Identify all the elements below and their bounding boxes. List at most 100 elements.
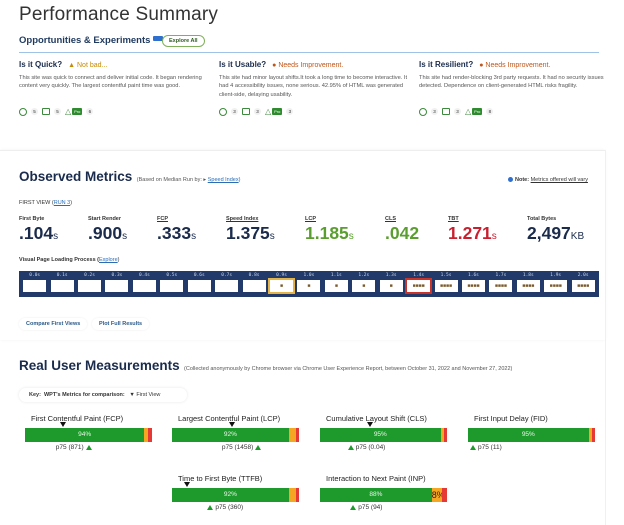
flask-pro-icon[interactable]: △ Pro bbox=[65, 107, 83, 116]
frame-thumbnail[interactable] bbox=[105, 280, 129, 292]
metric-label[interactable]: TBT bbox=[448, 216, 497, 222]
frame-time: 1.0s bbox=[303, 273, 315, 278]
compare-first-views-button[interactable]: Compare First Views bbox=[19, 318, 88, 330]
filmstrip-frame[interactable]: 1.9s ■■■■ bbox=[542, 272, 569, 296]
frame-thumbnail[interactable]: ■ bbox=[379, 280, 403, 292]
filmstrip-frame[interactable]: 1.3s ■ bbox=[377, 272, 404, 296]
filmstrip-frame[interactable]: 1.4s ■■■■ bbox=[405, 272, 433, 296]
poor-segment bbox=[592, 428, 595, 442]
clock-icon[interactable] bbox=[419, 107, 427, 116]
p75-marker-icon bbox=[207, 504, 214, 510]
metric-value: .900s bbox=[88, 223, 128, 243]
calendar-icon[interactable] bbox=[242, 108, 250, 115]
note-link[interactable]: Metrics offered will vary bbox=[531, 177, 588, 183]
count: 5 bbox=[54, 108, 61, 115]
clock-icon[interactable] bbox=[219, 107, 227, 116]
clock-icon[interactable] bbox=[19, 107, 27, 116]
count: 6 bbox=[86, 108, 94, 115]
frame-thumbnail[interactable]: ■■■■ bbox=[544, 280, 568, 292]
frame-thumbnail[interactable]: ■■■■ bbox=[405, 278, 433, 294]
page-title: Performance Summary bbox=[19, 4, 219, 25]
distribution-bar: 88% 8% bbox=[320, 488, 447, 502]
frame-thumbnail[interactable] bbox=[50, 280, 74, 292]
filmstrip-frame[interactable]: 0.2s bbox=[76, 272, 103, 296]
filmstrip-frame[interactable]: 0.1s bbox=[48, 272, 75, 296]
distribution-bar: 92% bbox=[172, 482, 299, 502]
first-view-marker bbox=[228, 422, 235, 427]
count: 3 bbox=[454, 108, 461, 115]
filmstrip-frame[interactable]: 0.7s bbox=[213, 272, 240, 296]
filmstrip-frame[interactable]: 1.6s ■■■■ bbox=[460, 272, 487, 296]
first-view-marker bbox=[60, 422, 67, 427]
filmstrip-frame[interactable]: 1.0s ■ bbox=[295, 272, 322, 296]
filmstrip-frame[interactable]: 0.5s bbox=[158, 272, 185, 296]
frame-thumbnail[interactable]: ■ bbox=[324, 280, 348, 292]
frame-thumbnail[interactable] bbox=[215, 280, 239, 292]
metric-label[interactable]: CLS bbox=[385, 216, 419, 222]
frame-time: 1.4s bbox=[413, 273, 425, 278]
metric-label[interactable]: FCP bbox=[157, 216, 196, 222]
p75-value: p75 (871) bbox=[25, 444, 152, 451]
filmstrip[interactable]: 0.0s 0.1s 0.2s 0.3s 0.4s 0.5s 0.6s 0.7s 0.8s 0.9s… bbox=[19, 271, 599, 297]
needs-improvement-segment bbox=[288, 428, 297, 442]
section-title: Real User Measurements bbox=[19, 358, 180, 373]
speed-index-link[interactable]: Speed Index bbox=[208, 177, 239, 183]
filmstrip-frame[interactable]: 0.3s bbox=[103, 272, 130, 296]
frame-thumbnail[interactable] bbox=[160, 280, 184, 292]
filmstrip-frame[interactable]: 0.6s bbox=[186, 272, 213, 296]
frame-thumbnail[interactable] bbox=[132, 280, 156, 292]
calendar-icon[interactable] bbox=[42, 108, 50, 115]
filmstrip-frame[interactable]: 0.9s ■ bbox=[268, 272, 295, 296]
frame-thumbnail[interactable] bbox=[242, 280, 266, 292]
filmstrip-frame[interactable]: 0.4s bbox=[131, 272, 158, 296]
filmstrip-frame[interactable]: 0.0s bbox=[21, 272, 48, 296]
rum-metric: Interaction to Next Paint (INP) 88% 8% p… bbox=[320, 474, 447, 511]
card-description: This site had render-blocking 3rd party … bbox=[419, 75, 604, 90]
count: 3 bbox=[231, 108, 238, 115]
filmstrip-frame[interactable]: 2.0s ■■■■ bbox=[569, 272, 596, 296]
section-title: Observed Metrics bbox=[19, 169, 133, 184]
frame-thumbnail[interactable] bbox=[78, 280, 102, 292]
frame-thumbnail[interactable] bbox=[187, 280, 211, 292]
filmstrip-frame[interactable]: 0.8s bbox=[240, 272, 267, 296]
run-link[interactable]: RUN 3 bbox=[54, 200, 71, 206]
frame-thumbnail[interactable]: ■■■■ bbox=[489, 280, 513, 292]
explore-all-button[interactable]: Explore All bbox=[162, 35, 205, 47]
flask-pro-icon[interactable]: △ Pro bbox=[465, 107, 483, 116]
calendar-icon[interactable] bbox=[442, 108, 450, 115]
metric-label[interactable]: LCP bbox=[305, 216, 354, 222]
card-title[interactable]: Is it Quick? bbox=[19, 60, 62, 69]
card-quick: Is it Quick? ▲ Not bad... This site was q… bbox=[19, 60, 209, 116]
card-title[interactable]: Is it Resilient? bbox=[419, 60, 473, 69]
rum-label: Cumulative Layout Shift (CLS) bbox=[326, 414, 427, 423]
explore-link[interactable]: Explore bbox=[99, 257, 118, 263]
frame-time: 1.1s bbox=[330, 273, 342, 278]
frame-thumbnail[interactable]: ■ bbox=[297, 280, 321, 292]
frame-thumbnail[interactable] bbox=[23, 280, 47, 292]
metric-label[interactable]: Speed Index bbox=[226, 216, 275, 222]
flask-pro-icon[interactable]: △ Pro bbox=[265, 107, 283, 116]
card-title[interactable]: Is it Usable? bbox=[219, 60, 266, 69]
frame-thumbnail[interactable]: ■■■■ bbox=[571, 280, 595, 292]
metric-first-byte: First Byte .104s bbox=[19, 216, 58, 244]
filmstrip-frame[interactable]: 1.7s ■■■■ bbox=[487, 272, 514, 296]
poor-segment bbox=[296, 488, 299, 502]
filmstrip-frame[interactable]: 1.5s ■■■■ bbox=[432, 272, 459, 296]
frame-thumbnail[interactable]: ■ bbox=[352, 280, 376, 292]
frame-time: 1.8s bbox=[522, 273, 534, 278]
filmstrip-frame[interactable]: 1.1s ■ bbox=[323, 272, 350, 296]
frame-time: 0.8s bbox=[248, 273, 260, 278]
card-resilient: Is it Resilient? ● Needs Improvement. Thi… bbox=[419, 60, 609, 116]
frame-thumbnail[interactable]: ■■■■ bbox=[461, 280, 485, 292]
scrollbar[interactable] bbox=[605, 150, 606, 525]
first-view-marker bbox=[366, 422, 373, 427]
filmstrip-frame[interactable]: 1.2s ■ bbox=[350, 272, 377, 296]
frame-time: 1.5s bbox=[440, 273, 452, 278]
rum-metric: Time to First Byte (TTFB) 92% p75 (360) bbox=[172, 474, 299, 511]
frame-thumbnail[interactable]: ■■■■ bbox=[516, 280, 540, 292]
frame-thumbnail[interactable]: ■■■■ bbox=[434, 280, 458, 292]
plot-full-results-button[interactable]: Plot Full Results bbox=[92, 318, 150, 330]
p75-marker-icon bbox=[255, 444, 262, 450]
frame-thumbnail[interactable]: ■ bbox=[268, 278, 295, 294]
filmstrip-frame[interactable]: 1.8s ■■■■ bbox=[515, 272, 542, 296]
